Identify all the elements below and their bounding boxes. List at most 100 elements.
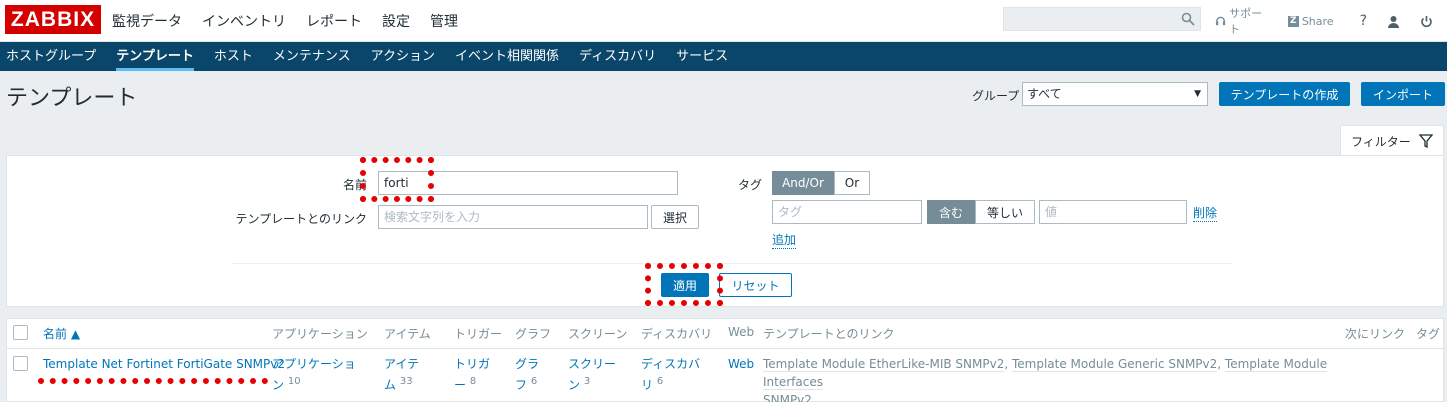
header-links: サポート Z Share ? (1215, 0, 1447, 42)
screens-link-cont[interactable]: ン (568, 378, 580, 392)
tag-mode-toggle: And/Or Or (772, 171, 870, 195)
linked-template-etherlike[interactable]: Template Module EtherLike-MIB SNMPv2 (763, 357, 1005, 372)
zabbix-logo[interactable]: ZABBIX (5, 5, 101, 34)
linked-templates-label: テンプレートとのリンク (235, 212, 367, 226)
tag-name-input[interactable]: タグ (772, 200, 922, 224)
tag-mode-andor[interactable]: And/Or (772, 171, 834, 195)
support-label: サポート (1229, 7, 1263, 36)
support-link[interactable]: サポート (1215, 5, 1270, 37)
create-template-button[interactable]: テンプレートの作成 (1219, 82, 1350, 106)
search-icon[interactable] (1181, 12, 1195, 26)
graphs-link-cont[interactable]: フ (515, 378, 527, 392)
subnav-hosts[interactable]: ホスト (214, 42, 253, 71)
dropdown-arrow-icon: ▼ (1194, 89, 1201, 99)
discovery-count: 6 (656, 376, 664, 387)
subnav-services[interactable]: サービス (676, 42, 728, 71)
col-graphs-header: グラフ (515, 327, 552, 341)
col-screens-header: スクリーン (568, 327, 628, 341)
items-link-cont[interactable]: ム (384, 378, 396, 392)
zabbix-share-icon: Z (1287, 15, 1299, 27)
discovery-link[interactable]: ディスカバ (641, 357, 700, 371)
applications-cell: アプリケーショ ン 10 (272, 355, 356, 394)
group-select-value: すべて (1027, 87, 1062, 101)
profile-link[interactable] (1387, 15, 1400, 28)
select-all-checkbox[interactable] (13, 325, 28, 340)
subnav-host-groups[interactable]: ホストグループ (6, 42, 96, 71)
col-web-header: Web (728, 325, 755, 339)
name-label: 名前 (342, 178, 367, 192)
col-items-header: アイテム (384, 327, 431, 341)
triggers-link[interactable]: トリガ (454, 357, 490, 371)
tag-operator-toggle: 含む 等しい (927, 200, 1035, 224)
tag-op-equals[interactable]: 等しい (975, 200, 1035, 224)
group-select[interactable]: すべて ▼ (1022, 82, 1208, 106)
add-tag-link[interactable]: 追加 (772, 231, 797, 249)
templates-table: 名前 ▲ アプリケーション アイテム トリガー グラフ スクリーン ディスカバリ… (6, 318, 1445, 402)
col-name-header[interactable]: 名前 ▲ (43, 325, 80, 342)
filter-divider (232, 263, 1232, 264)
help-icon: ? (1359, 13, 1367, 29)
screens-link[interactable]: スクリー (568, 357, 616, 371)
web-link[interactable]: Web (728, 355, 754, 373)
applications-link-cont[interactable]: ン (272, 378, 284, 392)
global-search-input[interactable] (1003, 7, 1201, 31)
logout-link[interactable] (1420, 15, 1433, 28)
linked-separator: , (1004, 357, 1012, 371)
menu-configuration[interactable]: 設定 (382, 11, 410, 31)
headset-icon (1215, 16, 1226, 26)
discovery-link-cont[interactable]: リ (641, 378, 653, 392)
items-link[interactable]: アイテ (384, 357, 419, 371)
linked-template-generic[interactable]: Template Module Generic SNMPv2 (1011, 357, 1218, 372)
applications-count: 10 (287, 376, 301, 387)
template-name-link[interactable]: Template Net Fortinet FortiGate SNMPv2 (43, 355, 285, 373)
col-triggers-header: トリガー (454, 327, 503, 341)
triggers-cell: トリガ ー 8 (454, 355, 490, 394)
subnav-maintenance[interactable]: メンテナンス (273, 42, 351, 71)
row-checkbox[interactable] (13, 356, 28, 371)
header-divider (7, 348, 1445, 349)
tag-label: タグ (737, 178, 762, 192)
top-menu: 監視データ インベントリ レポート 設定 管理 (112, 0, 478, 42)
subnav-event-correlation[interactable]: イベント相関関係 (455, 42, 559, 71)
import-button[interactable]: インポート (1361, 82, 1445, 106)
triggers-link-cont[interactable]: ー (454, 378, 466, 392)
discovery-cell: ディスカバ リ 6 (641, 355, 700, 394)
menu-administration[interactable]: 管理 (430, 11, 458, 31)
power-icon (1421, 15, 1432, 27)
share-label: Share (1301, 14, 1334, 28)
help-link[interactable]: ? (1360, 13, 1367, 29)
subnav-discovery[interactable]: ディスカバリ (579, 42, 656, 71)
tag-mode-or[interactable]: Or (834, 171, 870, 195)
menu-inventory[interactable]: インベントリ (202, 11, 286, 31)
applications-link[interactable]: アプリケーショ (272, 357, 356, 371)
screens-count: 3 (583, 376, 591, 387)
annotation-highlight-apply (645, 263, 723, 306)
menu-reports[interactable]: レポート (306, 11, 362, 31)
filter-tab[interactable]: フィルター (1340, 125, 1444, 156)
linked-templates-input[interactable]: 検索文字列を入力 (378, 205, 648, 229)
reset-button[interactable]: リセット (719, 273, 792, 297)
col-linked-to-header: 次にリンク (1345, 327, 1406, 341)
subnav-actions[interactable]: アクション (371, 42, 435, 71)
tag-op-contains[interactable]: 含む (927, 200, 975, 224)
col-linked-templates-header: テンプレートとのリンク (763, 327, 895, 341)
col-discovery-header: ディスカバリ (641, 327, 713, 341)
filter-panel: 名前 forti テンプレートとのリンク 検索文字列を入力 選択 タグ And/… (6, 155, 1444, 307)
graphs-link[interactable]: グラ (515, 357, 539, 371)
menu-monitoring[interactable]: 監視データ (112, 11, 182, 31)
user-icon (1388, 15, 1399, 28)
tag-value-input[interactable]: 値 (1039, 200, 1187, 224)
subnav-templates[interactable]: テンプレート (116, 42, 194, 71)
page-title: テンプレート (6, 86, 138, 111)
share-link[interactable]: Z Share (1287, 14, 1334, 28)
screens-cell: スクリー ン 3 (568, 355, 616, 394)
select-button[interactable]: 選択 (651, 205, 699, 229)
annotation-underline-template (38, 378, 268, 384)
linked-template-interfaces-cont[interactable]: SNMPv2 (763, 393, 812, 402)
linked-separator: , (1217, 357, 1225, 371)
items-count: 33 (399, 376, 413, 387)
top-header: ZABBIX 監視データ インベントリ レポート 設定 管理 サポート Z Sh… (0, 0, 1447, 42)
items-cell: アイテ ム 33 (384, 355, 419, 394)
annotation-highlight-name (360, 157, 434, 202)
remove-tag-link[interactable]: 削除 (1193, 204, 1218, 222)
